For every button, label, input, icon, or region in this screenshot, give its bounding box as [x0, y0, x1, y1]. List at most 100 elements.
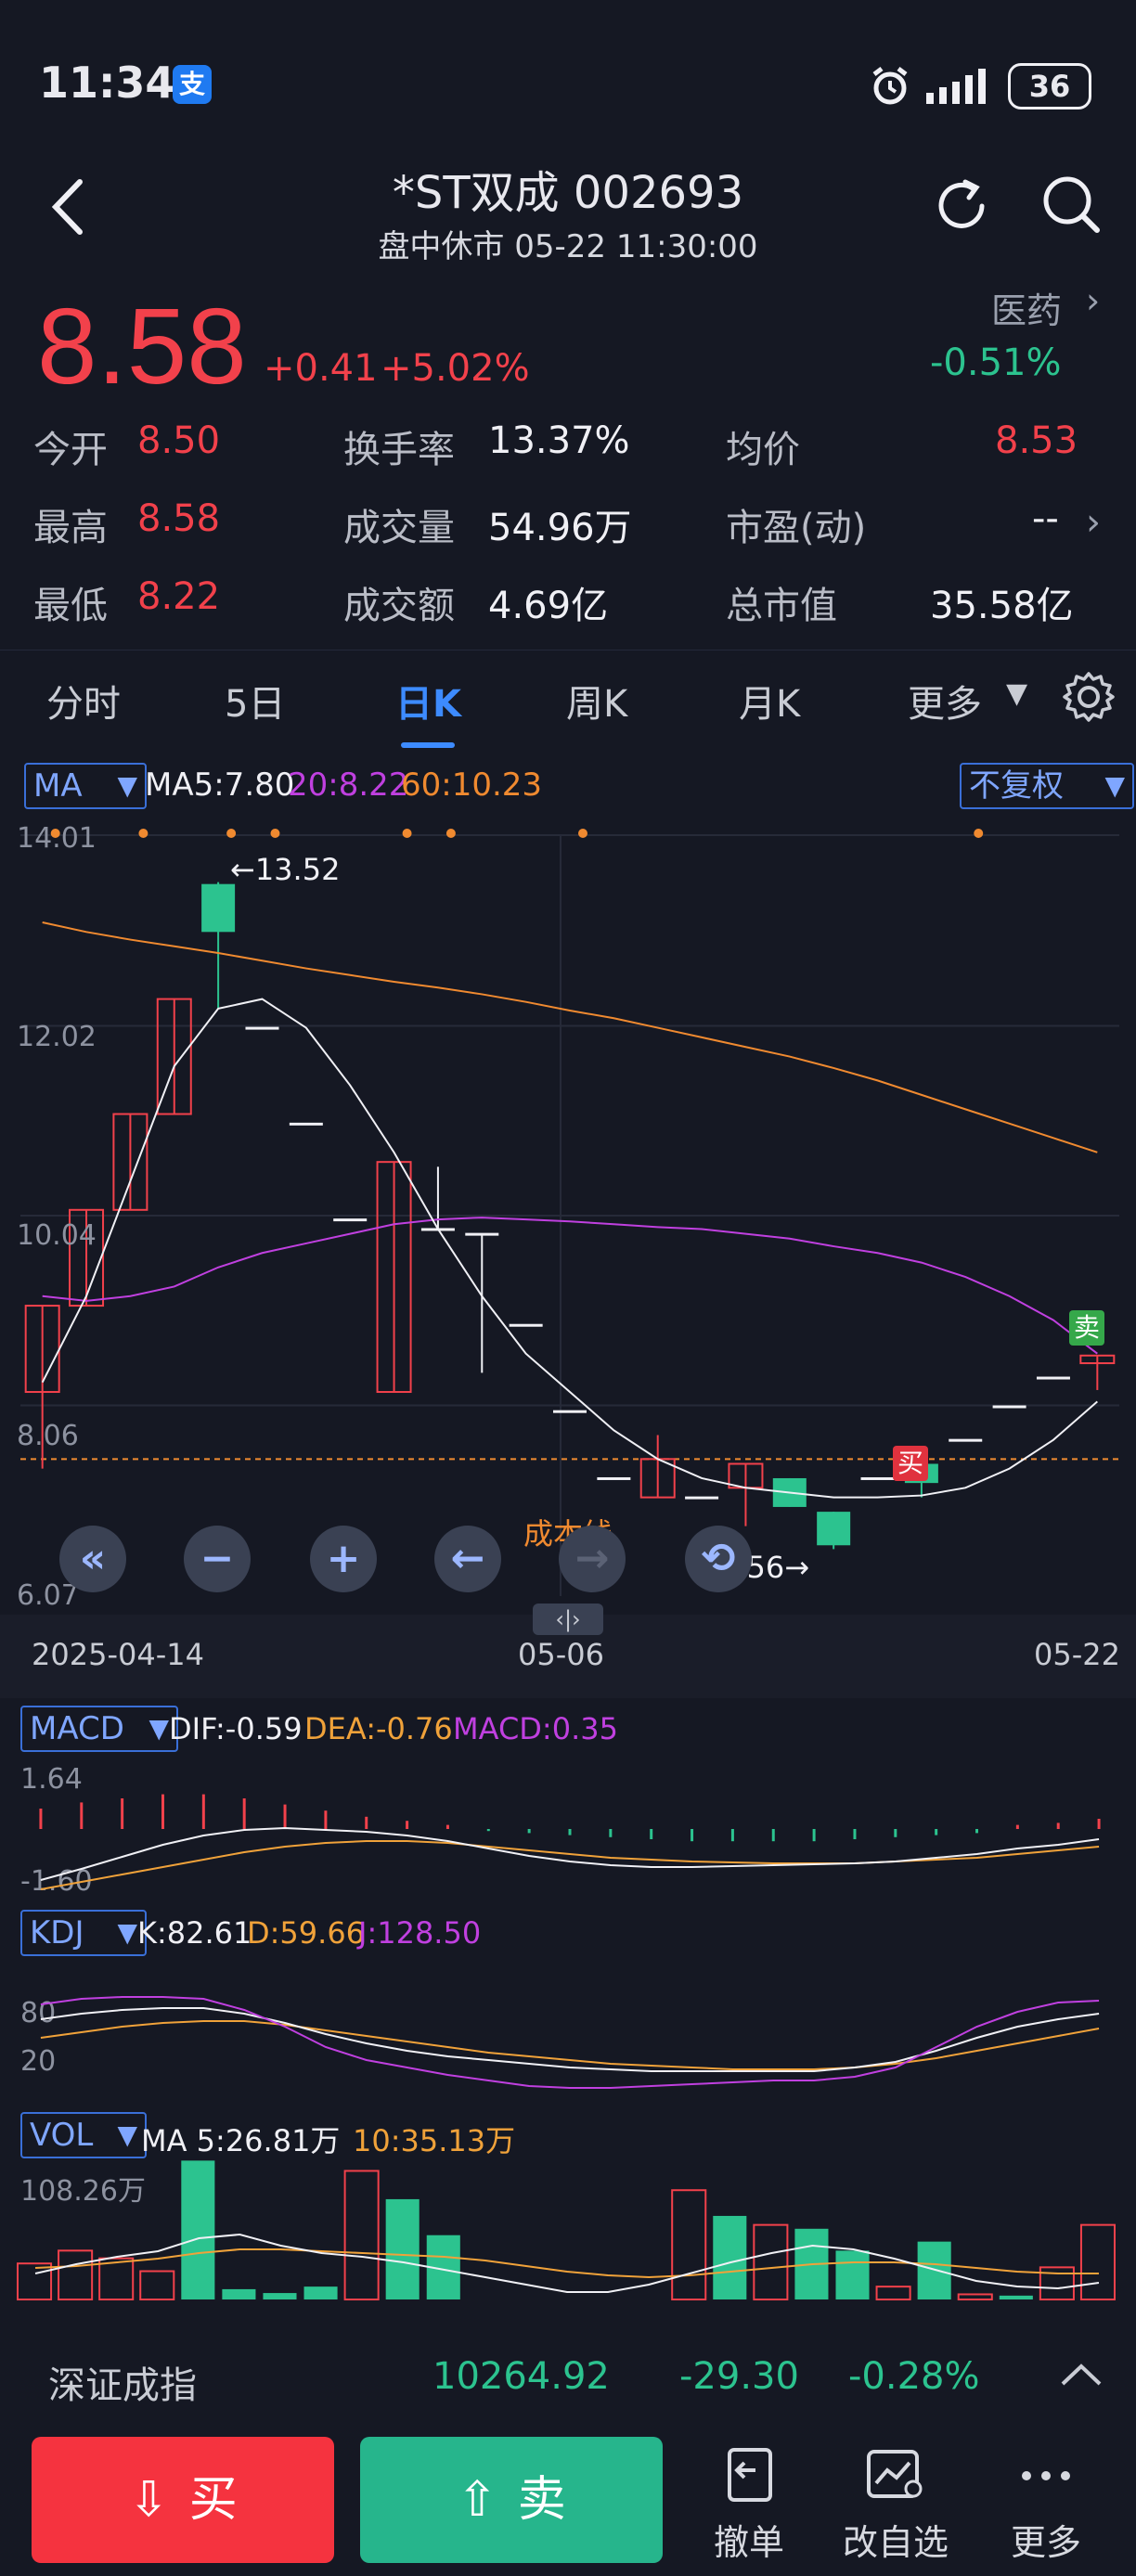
volume-bar: [835, 2250, 870, 2299]
cancel-order-button[interactable]: 撤单: [689, 2446, 809, 2565]
buy-label: 买: [188, 2472, 238, 2528]
buy-signal-tag: 买: [893, 1446, 928, 1481]
fast-backward-button[interactable]: «: [59, 1526, 126, 1592]
sell-signal-tag: 卖: [1069, 1310, 1104, 1346]
vol-selector[interactable]: VOL ▼: [20, 2112, 147, 2158]
tab-week-k[interactable]: 周K: [566, 674, 627, 728]
y-tick-label: 12.02: [17, 1021, 97, 1053]
kdj-k: K:82.61: [137, 1915, 252, 1951]
ma20-line: [42, 1217, 1098, 1355]
search-icon[interactable]: [1039, 173, 1104, 238]
more-dots-icon: [1022, 2471, 1070, 2480]
battery-indicator: 36: [1008, 63, 1091, 109]
kline-chart[interactable]: [0, 817, 1136, 1615]
amount-label: 成交额: [343, 585, 455, 627]
open-label: 今开: [33, 429, 108, 471]
dropdown-icon: ▼: [117, 770, 137, 801]
ma60-line: [42, 921, 1098, 1153]
tab-more[interactable]: 更多: [908, 674, 982, 728]
candle-body: [949, 1438, 983, 1442]
y-tick-label: 8.06: [17, 1420, 79, 1452]
mktcap-label: 总市值: [726, 585, 837, 627]
ma5-line: [41, 998, 1098, 1499]
price-change-percent: +5.02%: [381, 347, 530, 390]
volume-label: 成交量: [343, 507, 455, 549]
avg-label: 均价: [726, 429, 800, 471]
dropdown-icon: ▼: [1104, 770, 1125, 801]
volume-bar: [753, 2223, 789, 2300]
index-name: 深证成指: [48, 2364, 197, 2407]
open-value: 8.50: [137, 419, 221, 462]
date-start: 2025-04-14: [32, 1637, 204, 1672]
volume-bar: [98, 2257, 135, 2300]
y-tick-label: 6.07: [17, 1579, 79, 1612]
tab-5day[interactable]: 5日: [225, 674, 285, 728]
candle-body: [333, 1218, 368, 1222]
date-mid: 05-06: [518, 1637, 604, 1672]
pe-label[interactable]: 市盈(动): [726, 497, 866, 551]
ma60-value: 60:10.23: [401, 766, 543, 804]
gear-icon[interactable]: [1062, 670, 1116, 724]
reset-view-button[interactable]: ⟲: [685, 1526, 752, 1592]
chevron-right-icon: ›: [1086, 280, 1101, 321]
buy-button[interactable]: ⇩ 买: [32, 2437, 334, 2563]
low-label: 最低: [33, 585, 108, 627]
candle-body: [817, 1512, 851, 1546]
dropdown-icon: ▼: [1006, 677, 1028, 710]
kdj-selector[interactable]: KDJ ▼: [20, 1910, 147, 1956]
chevron-right-icon[interactable]: ›: [1086, 501, 1101, 544]
avg-value: 8.53: [995, 419, 1078, 462]
more-button[interactable]: 更多: [986, 2446, 1106, 2565]
candle-body: [245, 1026, 279, 1030]
scroll-handle[interactable]: ‹|›: [533, 1604, 603, 1635]
sell-button[interactable]: ⇧ 卖: [360, 2437, 663, 2563]
sector-link[interactable]: 医药: [991, 282, 1062, 333]
adjust-selector[interactable]: 不复权 ▼: [960, 763, 1134, 809]
sell-label: 卖: [517, 2472, 566, 2528]
candle-body: [289, 1122, 323, 1126]
macd-chart: [39, 1794, 1101, 1890]
step-forward-button[interactable]: →: [559, 1526, 626, 1592]
candle-body: [1036, 1376, 1070, 1380]
kdj-d: D:59.66: [247, 1915, 366, 1951]
edit-watchlist-label: 改自选: [842, 2522, 949, 2563]
volume-bar: [1079, 2223, 1116, 2300]
chevron-up-icon[interactable]: [1058, 2361, 1104, 2389]
more-label: 更多: [1010, 2522, 1081, 2563]
date-end: 05-22: [1034, 1637, 1120, 1672]
zoom-in-button[interactable]: +: [310, 1526, 377, 1592]
volume-bar: [303, 2286, 338, 2299]
cancel-order-label: 撤单: [713, 2522, 784, 2563]
candle-body: [597, 1476, 631, 1480]
macd-value: MACD:0.35: [453, 1711, 618, 1746]
event-dot: [445, 829, 456, 838]
candle-body: [465, 1232, 499, 1236]
volume-bar: [917, 2241, 951, 2299]
y-tick-label: 14.01: [17, 822, 97, 855]
step-back-button[interactable]: ←: [434, 1526, 501, 1592]
zoom-out-button[interactable]: −: [184, 1526, 251, 1592]
ma-selector[interactable]: MA ▼: [24, 763, 147, 809]
kdj-j: J:128.50: [358, 1915, 482, 1951]
refresh-icon[interactable]: [930, 174, 993, 238]
tab-intraday[interactable]: 分时: [46, 674, 121, 728]
edit-watchlist-button[interactable]: 改自选: [835, 2446, 956, 2565]
cancel-order-icon: [728, 2448, 772, 2502]
active-tab-indicator: [401, 742, 455, 748]
event-dot: [402, 829, 412, 838]
macd-selector[interactable]: MACD ▼: [20, 1706, 178, 1752]
kdj-j-line: [40, 1996, 1100, 2089]
index-value: 10264.92: [432, 2355, 610, 2398]
volume-bar: [343, 2170, 380, 2300]
tab-day-k[interactable]: 日K: [395, 674, 461, 728]
alarm-icon: [872, 67, 908, 105]
tab-month-k[interactable]: 月K: [739, 674, 800, 728]
volume-value: 54.96万: [488, 507, 632, 549]
volume-bar: [999, 2295, 1033, 2299]
kdj-chip-label: KDJ: [30, 1914, 84, 1951]
amount-value: 4.69亿: [488, 585, 609, 627]
ma-chip-label: MA: [33, 767, 83, 805]
pe-value: --: [1032, 497, 1059, 540]
candle-body: [509, 1323, 543, 1327]
kdj-k-line: [40, 2007, 1100, 2072]
